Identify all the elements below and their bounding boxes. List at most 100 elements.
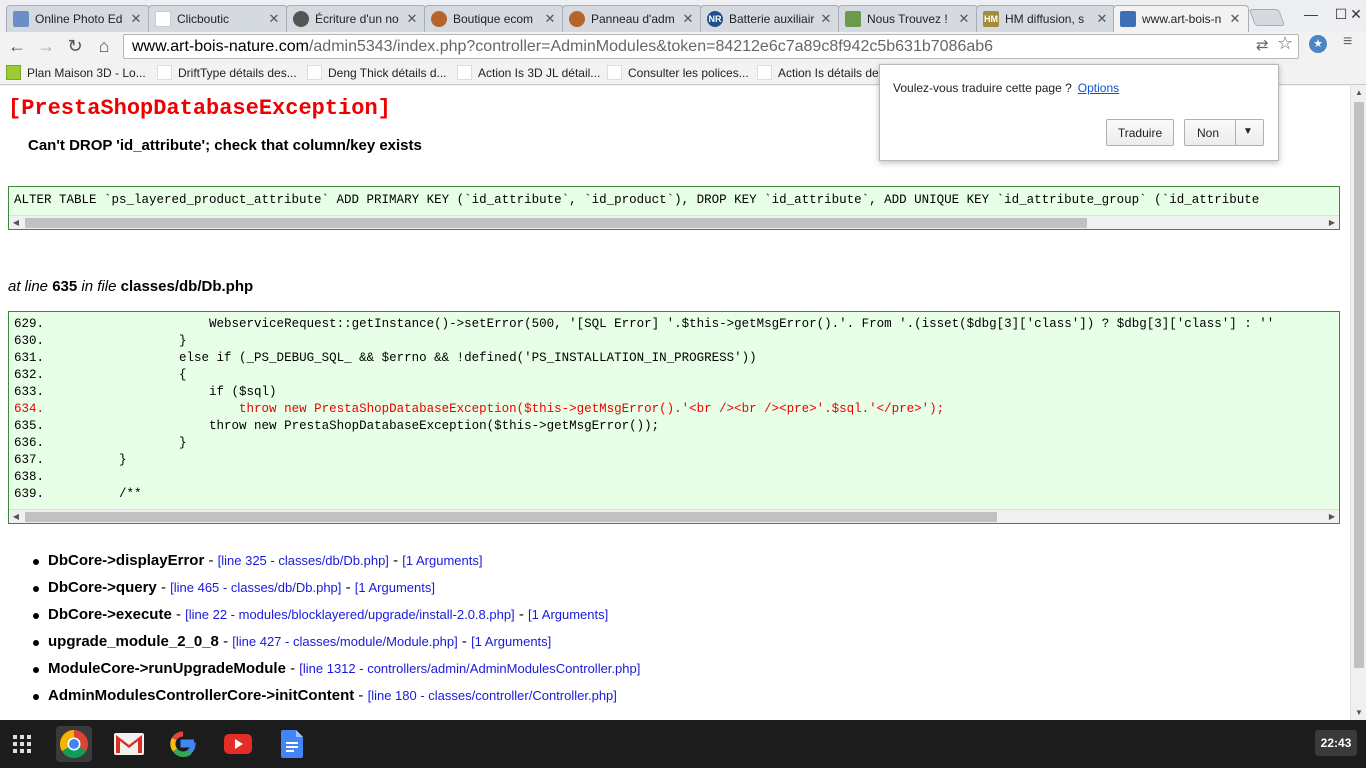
trace-arguments-link[interactable]: [1 Arguments] <box>402 553 482 568</box>
close-icon[interactable]: ✕ <box>819 11 833 27</box>
trace-function: ModuleCore->runUpgradeModule <box>48 660 286 677</box>
chrome-icon[interactable] <box>56 726 92 762</box>
page-content: [PrestaShopDatabaseException] Can't DROP… <box>0 86 1350 720</box>
reload-icon[interactable]: ↻ <box>62 34 88 58</box>
scroll-up-icon[interactable]: ▲ <box>1351 86 1366 100</box>
code-line: 630. } <box>14 334 187 348</box>
scrollbar-thumb[interactable] <box>25 512 997 522</box>
close-icon[interactable]: ✕ <box>543 11 557 27</box>
tab-favicon-icon: NR <box>707 11 723 27</box>
youtube-icon[interactable] <box>220 726 256 762</box>
code-line: 635. throw new PrestaShopDatabaseExcepti… <box>14 419 659 433</box>
back-icon[interactable]: ← <box>4 34 30 58</box>
tab-hm-diffusion[interactable]: HM HM diffusion, s ✕ <box>976 5 1116 32</box>
bookmark-item[interactable]: Deng Thick détails d... <box>307 65 447 80</box>
tab-title: www.art-bois-n <box>1142 12 1222 26</box>
tab-title: Boutique ecom <box>453 12 534 26</box>
tab-panneau-admin[interactable]: Panneau d'adm ✕ <box>562 5 702 32</box>
code-excerpt-box: 629. WebserviceRequest::getInstance()->s… <box>8 311 1340 524</box>
tab-nous-trouvez[interactable]: Nous Trouvez ! ✕ <box>838 5 978 32</box>
scrollbar-thumb[interactable] <box>25 218 1087 228</box>
tab-favicon-icon <box>431 11 447 27</box>
close-icon[interactable]: ✕ <box>1228 11 1242 27</box>
close-icon[interactable]: ✕ <box>1095 11 1109 27</box>
no-translate-button[interactable]: Non ▼ <box>1184 119 1264 146</box>
scroll-right-icon[interactable]: ▶ <box>1325 216 1339 229</box>
address-host: www.art-bois-nature.com <box>132 37 309 55</box>
tab-online-photo-editor[interactable]: Online Photo Ed ✕ <box>6 5 150 32</box>
button-divider <box>1235 120 1236 145</box>
translate-button[interactable]: Traduire <box>1106 119 1174 146</box>
close-icon[interactable]: ✕ <box>129 11 143 27</box>
bookmark-item[interactable]: Action Is détails des <box>757 65 885 80</box>
bookmark-item[interactable]: Plan Maison 3D - Lo... <box>6 65 146 80</box>
gmail-icon[interactable] <box>111 726 147 762</box>
trace-function: DbCore->query <box>48 579 157 596</box>
home-icon[interactable]: ⌂ <box>91 34 117 58</box>
trace-location-link[interactable]: [line 22 - modules/blocklayered/upgrade/… <box>185 607 515 622</box>
trace-location-link[interactable]: [line 1312 - controllers/admin/AdminModu… <box>299 661 640 676</box>
apps-launcher-icon[interactable] <box>4 726 40 762</box>
tab-favicon-icon <box>293 11 309 27</box>
trace-arguments-link[interactable]: [1 Arguments] <box>355 580 435 595</box>
minimize-icon[interactable]: — <box>1296 0 1326 28</box>
address-path: /admin5343/index.php?controller=AdminMod… <box>308 37 994 55</box>
trace-location-link[interactable]: [line 325 - classes/db/Db.php] <box>218 553 389 568</box>
system-clock[interactable]: 22:43 <box>1315 730 1357 756</box>
bookmark-item[interactable]: Consulter les polices... <box>607 65 749 80</box>
close-icon[interactable]: ✕ <box>267 11 281 27</box>
page-vertical-scrollbar[interactable]: ▲ ▼ <box>1350 86 1366 720</box>
scroll-left-icon[interactable]: ◀ <box>9 216 23 229</box>
tab-art-bois-nature[interactable]: www.art-bois-n ✕ <box>1113 5 1249 32</box>
trace-location-link[interactable]: [line 427 - classes/module/Module.php] <box>232 634 457 649</box>
scroll-left-icon[interactable]: ◀ <box>9 510 23 523</box>
forward-icon[interactable]: → <box>33 34 59 58</box>
tab-title: Online Photo Ed <box>35 12 123 26</box>
bookmark-favicon-icon <box>157 65 172 80</box>
sql-horizontal-scrollbar[interactable]: ◀ ▶ <box>9 215 1339 229</box>
code-line: 633. if ($sql) <box>14 385 277 399</box>
close-icon[interactable]: ✕ <box>681 11 695 27</box>
chevron-down-icon[interactable]: ▼ <box>1243 126 1253 137</box>
tab-ecriture[interactable]: Écriture d'un no ✕ <box>286 5 426 32</box>
bookmark-favicon-icon <box>607 65 622 80</box>
tab-batterie[interactable]: NR Batterie auxiliair ✕ <box>700 5 840 32</box>
bookmark-item[interactable]: DriftType détails des... <box>157 65 297 80</box>
bookmark-star-icon[interactable]: ☆ <box>1277 33 1293 54</box>
trace-arguments-link[interactable]: [1 Arguments] <box>471 634 551 649</box>
code-line-text: if ($sql) <box>89 385 277 399</box>
scrollbar-thumb[interactable] <box>1354 102 1364 668</box>
close-icon[interactable]: ✕ <box>405 11 419 27</box>
sql-query: ALTER TABLE `ps_layered_product_attribut… <box>14 193 1260 207</box>
bookmark-item[interactable]: Action Is 3D JL détail... <box>457 65 600 80</box>
translate-icon[interactable]: ⇄ <box>1256 36 1269 54</box>
extension-icon[interactable]: ★ <box>1309 35 1327 53</box>
trace-function: AdminModulesControllerCore->initContent <box>48 687 355 704</box>
translate-options-link[interactable]: Options <box>1078 81 1119 95</box>
trace-arguments-link[interactable]: [1 Arguments] <box>528 607 608 622</box>
code-horizontal-scrollbar[interactable]: ◀ ▶ <box>9 509 1339 523</box>
trace-location-link[interactable]: [line 180 - classes/controller/Controlle… <box>368 688 617 703</box>
code-line-number: 637. <box>14 453 45 467</box>
bookmark-favicon-icon <box>307 65 322 80</box>
scroll-right-icon[interactable]: ▶ <box>1325 510 1339 523</box>
trace-item: DbCore->displayError - [line 325 - class… <box>32 552 640 579</box>
docs-icon[interactable] <box>274 726 310 762</box>
error-location: at line 635 in file classes/db/Db.php <box>8 278 253 295</box>
code-line-number: 630. <box>14 334 45 348</box>
close-icon[interactable]: ✕ <box>957 11 971 27</box>
new-tab-button[interactable] <box>1248 9 1286 26</box>
code-line-text: } <box>89 436 187 450</box>
tab-favicon-icon <box>13 11 29 27</box>
bookmark-label: Plan Maison 3D - Lo... <box>27 65 146 80</box>
address-bar[interactable]: www.art-bois-nature.com/admin5343/index.… <box>123 34 1299 59</box>
tab-clicboutic[interactable]: Clicboutic ✕ <box>148 5 288 32</box>
tab-boutique-ecom[interactable]: Boutique ecom ✕ <box>424 5 564 32</box>
trace-location-link[interactable]: [line 465 - classes/db/Db.php] <box>170 580 341 595</box>
menu-icon[interactable]: ≡ <box>1343 33 1352 51</box>
close-window-icon[interactable]: ✕ <box>1346 0 1366 28</box>
tab-strip: Online Photo Ed ✕ Clicboutic ✕ Écriture … <box>0 0 1366 32</box>
scroll-down-icon[interactable]: ▼ <box>1351 706 1366 720</box>
google-icon[interactable] <box>165 726 201 762</box>
error-line-number: 635 <box>52 278 78 295</box>
